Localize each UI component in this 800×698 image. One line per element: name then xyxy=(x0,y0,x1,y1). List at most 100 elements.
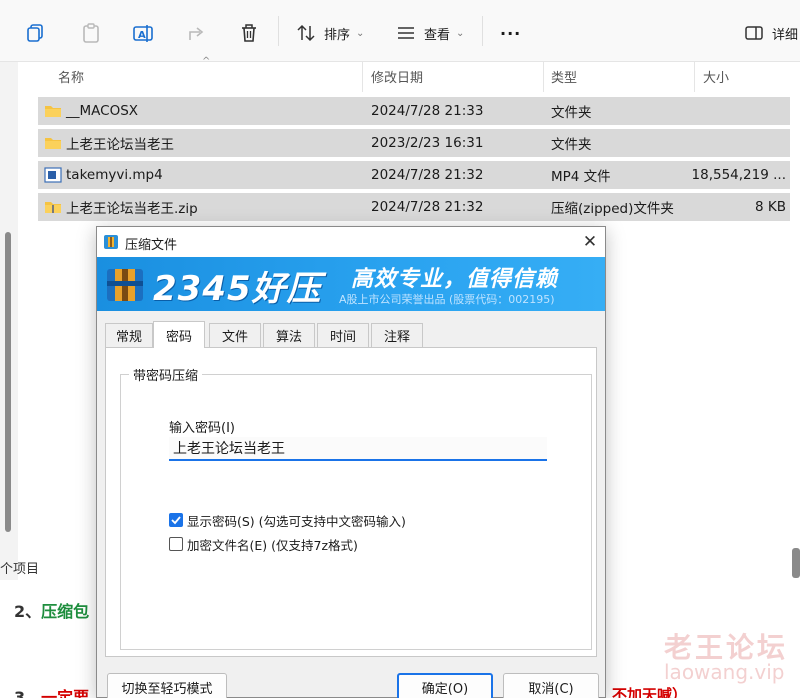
file-size xyxy=(698,129,786,157)
svg-text:A: A xyxy=(138,30,146,41)
compress-dialog: 压缩文件 ✕ 2345好压 高效专业，值得信赖 A股上市公司荣誉出品 (股票代码… xyxy=(96,226,606,698)
tab-files[interactable]: 文件 xyxy=(209,323,261,347)
file-type: 文件夹 xyxy=(551,137,592,153)
dialog-title: 压缩文件 xyxy=(125,238,178,253)
navigation-scrollbar[interactable] xyxy=(0,62,18,580)
file-type: 压缩(zipped)文件夹 xyxy=(551,201,674,217)
file-type: MP4 文件 xyxy=(551,169,611,185)
column-header-name[interactable]: 名称 xyxy=(58,62,84,90)
password-label: 输入密码(I) xyxy=(169,421,235,436)
password-input[interactable] xyxy=(169,437,547,461)
file-name: takemyvi.mp4 xyxy=(66,167,163,183)
tab-password[interactable]: 密码 xyxy=(153,321,205,348)
close-icon: ✕ xyxy=(582,232,598,252)
tab-general[interactable]: 常规 xyxy=(105,323,153,347)
rename-button[interactable]: A xyxy=(132,20,154,46)
file-size xyxy=(698,97,786,125)
article-heading: 3、一定要 xyxy=(14,684,89,698)
sort-icon xyxy=(297,24,315,42)
ok-button[interactable]: 确定(O) xyxy=(397,673,493,698)
view-button[interactable]: 查看 ⌄ xyxy=(396,20,464,46)
trash-icon xyxy=(242,24,256,42)
sort-ascending-icon: ^ xyxy=(202,56,211,67)
view-list-icon xyxy=(398,27,414,39)
file-row[interactable]: takemyvi.mp4 2024/7/28 21:32 MP4 文件 18,5… xyxy=(38,161,790,189)
scrollbar-thumb[interactable] xyxy=(5,232,11,532)
share-icon xyxy=(189,27,204,40)
close-button[interactable]: ✕ xyxy=(577,229,603,255)
watermark-url: laowang.vip xyxy=(664,660,785,684)
haozip-app-icon xyxy=(104,235,118,249)
column-divider[interactable] xyxy=(694,62,695,92)
encrypt-filenames-option[interactable]: 加密文件名(E) (仅支持7z格式) xyxy=(169,535,358,553)
tab-comment[interactable]: 注释 xyxy=(371,323,423,347)
details-label: 详细 xyxy=(772,27,799,43)
encrypt-filenames-checkbox[interactable] xyxy=(169,537,183,551)
more-icon: ··· xyxy=(500,23,522,43)
copy-icon xyxy=(27,24,43,42)
switch-lite-mode-button[interactable]: 切换至轻巧模式 xyxy=(107,673,227,698)
details-pane-icon xyxy=(745,26,763,40)
paste-icon xyxy=(83,23,99,43)
show-password-label: 显示密码(S) (勾选可支持中文密码输入) xyxy=(187,513,406,529)
heading-highlight: 压缩包 xyxy=(41,602,90,621)
video-file-icon xyxy=(44,167,62,183)
rename-icon: A xyxy=(133,25,153,42)
group-title: 带密码压缩 xyxy=(129,365,203,384)
article-warning-tail: 不加天喊） xyxy=(612,686,688,698)
tab-algorithm[interactable]: 算法 xyxy=(263,323,315,347)
column-header-size[interactable]: 大小 xyxy=(703,62,729,90)
delete-button[interactable] xyxy=(238,20,260,46)
cancel-button[interactable]: 取消(C) xyxy=(503,673,599,698)
sort-button[interactable]: 排序 ⌄ xyxy=(296,20,364,46)
banner-brand: 2345好压 xyxy=(153,269,322,309)
file-list-scrollbar-thumb[interactable] xyxy=(792,548,800,578)
column-header-date[interactable]: 修改日期 xyxy=(371,62,423,90)
column-divider[interactable] xyxy=(543,62,544,92)
tab-time[interactable]: 时间 xyxy=(317,323,369,347)
banner-subtitle: A股上市公司荣誉出品 (股票代码：002195) xyxy=(339,293,555,306)
chevron-down-icon: ⌄ xyxy=(356,27,365,39)
file-date: 2023/2/23 16:31 xyxy=(371,135,484,151)
share-button[interactable] xyxy=(186,20,208,46)
file-row[interactable]: __MACOSX 2024/7/28 21:33 文件夹 xyxy=(38,97,790,125)
haozip-logo-icon xyxy=(107,269,143,301)
folder-icon xyxy=(45,106,61,117)
paste-button[interactable] xyxy=(80,20,102,46)
file-name: 上老王论坛当老王.zip xyxy=(66,201,198,217)
view-label: 查看 xyxy=(424,27,451,43)
banner-slogan: 高效专业，值得信赖 xyxy=(351,267,559,292)
file-name: __MACOSX xyxy=(66,103,139,119)
file-row[interactable]: 上老王论坛当老王.zip 2024/7/28 21:32 压缩(zipped)文… xyxy=(38,193,790,221)
file-date: 2024/7/28 21:32 xyxy=(371,199,484,215)
chevron-down-icon: ⌄ xyxy=(456,27,465,39)
heading-warning: 一定要 xyxy=(41,688,90,698)
brand-banner: 2345好压 高效专业，值得信赖 A股上市公司荣誉出品 (股票代码：002195… xyxy=(97,257,605,311)
column-header-type[interactable]: 类型 xyxy=(551,62,577,90)
password-groupbox: 带密码压缩 输入密码(I) 显示密码(S) (勾选可支持中文密码输入) 加密文件… xyxy=(120,365,592,650)
explorer-toolbar: A 排序 ⌄ 查看 ⌄ ··· 详细 xyxy=(0,0,800,62)
checkmark-icon xyxy=(171,516,181,525)
details-pane-button[interactable]: 详细 xyxy=(744,20,798,46)
file-date: 2024/7/28 21:33 xyxy=(371,103,484,119)
sort-label: 排序 xyxy=(324,27,351,43)
copy-button[interactable] xyxy=(24,20,46,46)
column-divider[interactable] xyxy=(362,62,363,92)
file-name: 上老王论坛当老王 xyxy=(66,137,174,153)
folder-icon xyxy=(45,138,61,149)
file-size: 18,554,219 ... xyxy=(691,167,786,183)
toolbar-divider xyxy=(482,16,483,46)
encrypt-filenames-label: 加密文件名(E) (仅支持7z格式) xyxy=(187,537,358,553)
status-bar-item-count: 个项目 xyxy=(0,562,40,577)
heading-number: 3、 xyxy=(14,688,42,698)
file-type: 文件夹 xyxy=(551,105,592,121)
more-options-button[interactable]: ··· xyxy=(500,20,521,46)
zip-folder-icon xyxy=(45,202,61,213)
password-tab-panel: 带密码压缩 输入密码(I) 显示密码(S) (勾选可支持中文密码输入) 加密文件… xyxy=(105,347,597,657)
panel-body: 带密码压缩 输入密码(I) 显示密码(S) (勾选可支持中文密码输入) 加密文件… xyxy=(106,348,596,656)
show-password-checkbox[interactable] xyxy=(169,513,183,527)
dialog-titlebar[interactable]: 压缩文件 ✕ xyxy=(97,227,605,257)
show-password-option[interactable]: 显示密码(S) (勾选可支持中文密码输入) xyxy=(169,511,406,529)
file-size: 8 KB xyxy=(755,199,786,215)
file-row[interactable]: 上老王论坛当老王 2023/2/23 16:31 文件夹 xyxy=(38,129,790,157)
